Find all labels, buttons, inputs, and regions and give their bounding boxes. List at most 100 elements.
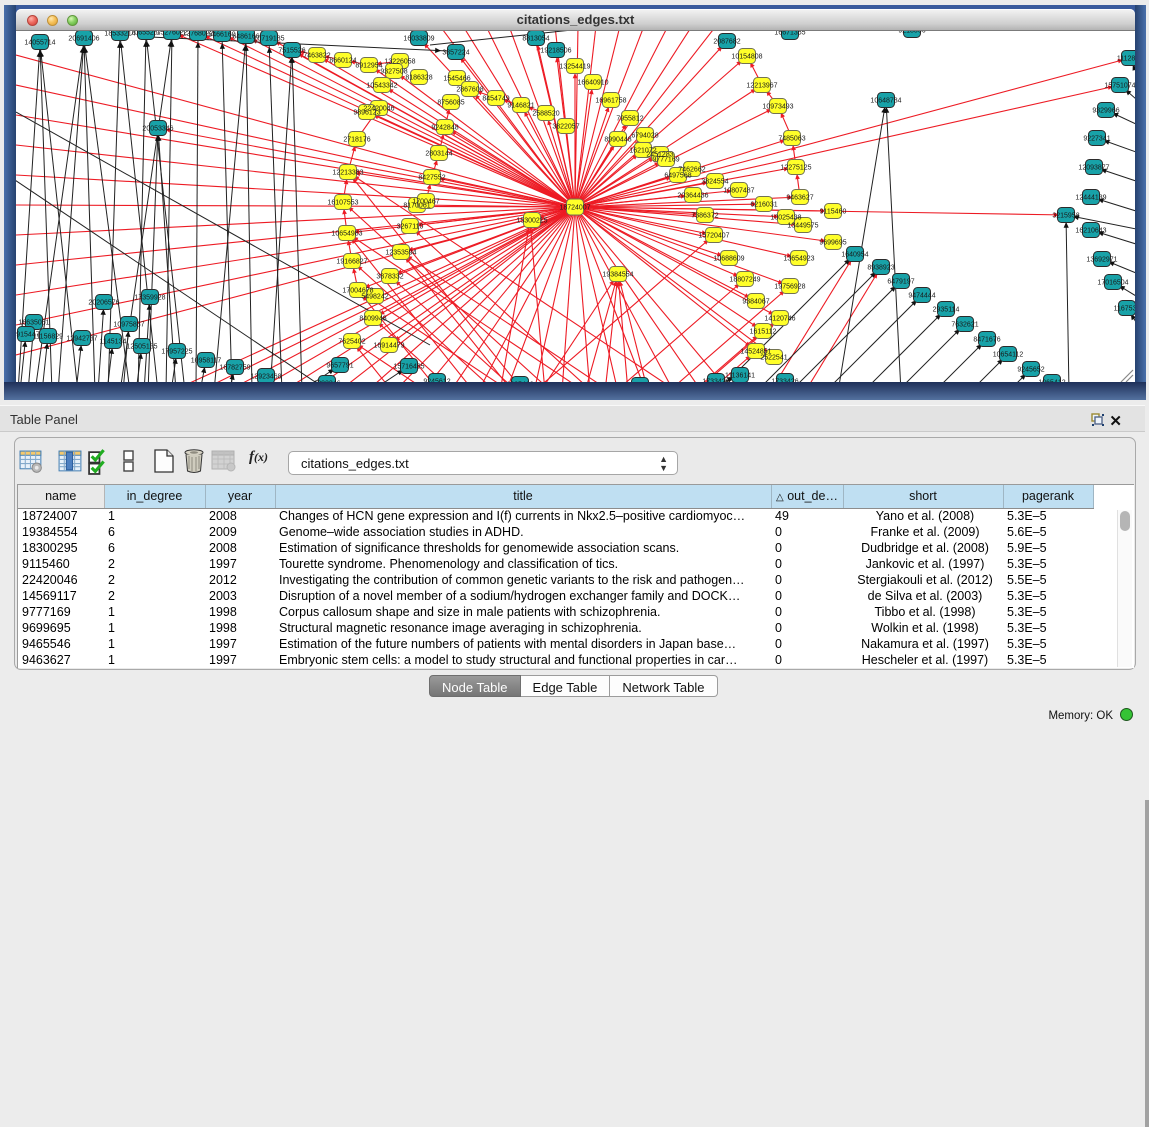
svg-text:20053346: 20053346 xyxy=(142,126,173,133)
svg-text:9146821: 9146821 xyxy=(507,103,534,110)
svg-text:16107553: 16107553 xyxy=(327,200,358,207)
svg-text:8660124: 8660124 xyxy=(329,58,356,65)
svg-text:16033809: 16033809 xyxy=(403,36,434,43)
svg-text:2867608: 2867608 xyxy=(456,87,483,94)
svg-text:10654983: 10654983 xyxy=(331,231,362,238)
svg-text:18807249: 18807249 xyxy=(729,277,760,284)
svg-text:1065412: 1065412 xyxy=(1038,380,1065,383)
svg-text:8990448: 8990448 xyxy=(604,137,631,144)
svg-text:9463627: 9463627 xyxy=(786,195,813,202)
svg-text:17359928: 17359928 xyxy=(134,295,165,302)
svg-text:9777169: 9777169 xyxy=(652,157,679,164)
svg-text:1167534: 1167534 xyxy=(1114,306,1135,313)
svg-text:16782759: 16782759 xyxy=(219,365,250,372)
svg-text:2087682: 2087682 xyxy=(713,39,740,46)
svg-text:6497568: 6497568 xyxy=(664,173,691,180)
svg-text:9474444: 9474444 xyxy=(908,293,935,300)
svg-text:12213967: 12213967 xyxy=(746,83,777,90)
svg-text:3857224: 3857224 xyxy=(442,50,469,57)
svg-text:12093877: 12093877 xyxy=(1078,165,1109,172)
svg-text:16640910: 16640910 xyxy=(577,80,608,87)
svg-text:8427552: 8427552 xyxy=(418,175,445,182)
svg-text:8813054: 8813054 xyxy=(522,36,549,43)
svg-text:9329966: 9329966 xyxy=(1092,108,1119,115)
svg-text:8409948: 8409948 xyxy=(359,316,386,323)
svg-text:7515526: 7515526 xyxy=(278,48,305,55)
svg-text:6794028: 6794028 xyxy=(631,133,658,140)
svg-text:10654112: 10654112 xyxy=(993,352,1024,359)
svg-text:6216031: 6216031 xyxy=(750,202,777,209)
svg-text:12505135: 12505135 xyxy=(126,344,157,351)
svg-text:9896123: 9896123 xyxy=(353,110,380,117)
svg-text:5498242: 5498242 xyxy=(361,294,388,301)
svg-text:10688609: 10688609 xyxy=(713,256,744,263)
svg-text:9384067: 9384067 xyxy=(742,299,769,306)
svg-text:13654923: 13654923 xyxy=(783,256,814,263)
svg-text:14120746: 14120746 xyxy=(764,316,795,323)
svg-text:19218506: 19218506 xyxy=(540,48,571,55)
svg-text:1292346: 1292346 xyxy=(313,381,340,383)
svg-text:7485063: 7485063 xyxy=(778,136,805,143)
svg-text:12942737: 12942737 xyxy=(66,336,97,343)
svg-text:19384554: 19384554 xyxy=(602,272,633,279)
svg-text:2522541: 2522541 xyxy=(760,355,787,362)
svg-text:20206576: 20206576 xyxy=(88,300,119,307)
svg-text:10807487: 10807487 xyxy=(723,188,754,195)
svg-text:10543342: 10543342 xyxy=(366,83,397,90)
svg-text:6479197: 6479197 xyxy=(887,279,914,286)
svg-text:16914479: 16914479 xyxy=(373,343,404,350)
svg-text:13226058: 13226058 xyxy=(384,59,415,66)
svg-text:8912954: 8912954 xyxy=(355,63,382,70)
svg-text:9245652: 9245652 xyxy=(1017,367,1044,374)
svg-text:10958117: 10958117 xyxy=(191,358,222,365)
svg-text:10648784: 10648784 xyxy=(870,98,901,105)
svg-text:1145134: 1145134 xyxy=(100,339,127,346)
svg-text:9327508: 9327508 xyxy=(380,69,407,76)
svg-text:2803144: 2803144 xyxy=(425,151,452,158)
svg-text:16961758: 16961758 xyxy=(595,98,626,105)
svg-text:9657791: 9657791 xyxy=(326,363,353,370)
svg-text:1700467: 1700467 xyxy=(412,199,439,206)
svg-text:12923468: 12923468 xyxy=(250,374,281,381)
svg-text:15720407: 15720407 xyxy=(698,233,729,240)
svg-text:2718176: 2718176 xyxy=(343,137,370,144)
svg-text:20364436: 20364436 xyxy=(677,193,708,200)
svg-text:8471676: 8471676 xyxy=(973,337,1000,344)
svg-text:1733426: 1733426 xyxy=(771,379,798,383)
svg-text:7462662: 7462662 xyxy=(678,167,705,174)
svg-text:19756928: 19756928 xyxy=(774,284,805,291)
svg-text:12275125: 12275125 xyxy=(780,165,811,172)
svg-text:18724007: 18724007 xyxy=(559,205,590,212)
svg-text:7625402: 7625402 xyxy=(338,339,365,346)
svg-text:19166827: 19166827 xyxy=(336,259,367,266)
svg-text:2588520: 2588520 xyxy=(532,111,559,118)
svg-text:8186328: 8186328 xyxy=(405,75,432,82)
svg-text:15716485: 15716485 xyxy=(393,364,424,371)
svg-text:10975887: 10975887 xyxy=(113,322,144,329)
svg-text:1615112: 1615112 xyxy=(750,329,777,336)
svg-text:1545466: 1545466 xyxy=(443,76,470,83)
svg-text:20691406: 20691406 xyxy=(68,36,99,43)
svg-text:3215958: 3215958 xyxy=(1052,213,1079,220)
svg-text:12444139: 12444139 xyxy=(1075,195,1106,202)
svg-text:12353594: 12353594 xyxy=(385,250,416,257)
svg-text:16671355: 16671355 xyxy=(774,31,805,37)
svg-text:3878332: 3878332 xyxy=(376,274,403,281)
svg-text:7955812: 7955812 xyxy=(616,116,643,123)
svg-text:8756085: 8756085 xyxy=(437,100,464,107)
svg-text:16635061: 16635061 xyxy=(18,320,49,327)
svg-text:1065412: 1065412 xyxy=(506,382,533,383)
svg-text:9245612: 9245612 xyxy=(423,379,450,383)
svg-text:13692971: 13692971 xyxy=(1086,257,1117,264)
svg-text:10719185: 10719185 xyxy=(253,36,284,43)
svg-text:3822057: 3822057 xyxy=(552,124,579,131)
svg-text:7632621: 7632621 xyxy=(951,322,978,329)
svg-text:15300215: 15300215 xyxy=(516,218,547,225)
svg-text:3824554: 3824554 xyxy=(701,179,728,186)
svg-text:8454749: 8454749 xyxy=(482,96,509,103)
svg-text:3267110: 3267110 xyxy=(397,224,424,231)
svg-text:17957225: 17957225 xyxy=(161,349,192,356)
svg-text:10025438: 10025438 xyxy=(770,215,801,222)
svg-text:13449575: 13449575 xyxy=(787,223,818,230)
svg-text:10154808: 10154808 xyxy=(731,54,762,61)
